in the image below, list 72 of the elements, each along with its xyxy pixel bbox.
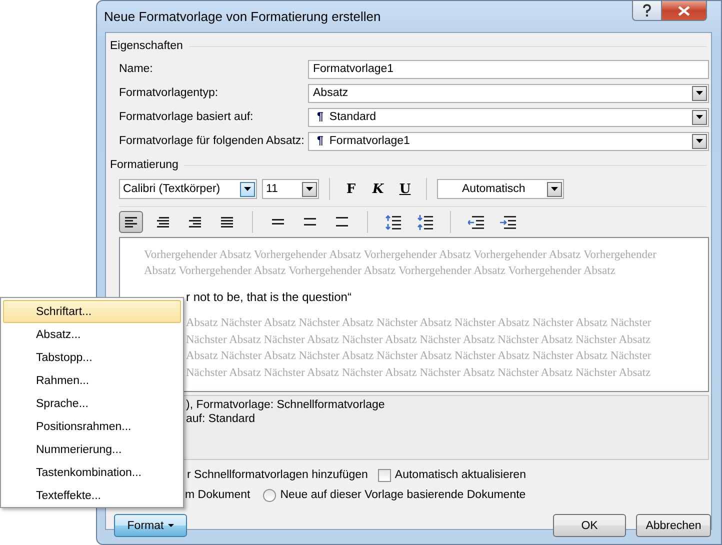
radio-label: Neue auf dieser Vorlage basierende Dokumente xyxy=(280,489,526,501)
preview-text: Absatz Nächster Absatz Nächster Absatz Nächster Absatz Nächster Absatz Nächster Absatz Nächster xyxy=(186,349,652,364)
field-label: Formatvorlage basiert auf: xyxy=(119,111,254,123)
option-label: r Schnellformatvorlagen hinzufügen xyxy=(187,469,368,481)
name-field[interactable]: Formatvorlage1 xyxy=(308,60,709,78)
line-spacing-icon xyxy=(272,219,284,225)
underline-button[interactable]: U xyxy=(394,178,416,200)
format-button[interactable]: Format xyxy=(114,514,187,537)
italic-button[interactable]: K xyxy=(367,178,389,200)
align-icon xyxy=(157,216,169,228)
field-label: Formatvorlage für folgenden Absatz: xyxy=(119,135,306,147)
line-spacing-icon xyxy=(336,217,348,227)
dropdown-arrow-icon xyxy=(696,139,703,143)
caret-icon xyxy=(168,524,174,527)
indent-icon xyxy=(468,216,484,228)
description-text: auf: Standard xyxy=(186,412,256,426)
align-icon xyxy=(189,216,201,228)
paragraph-mark-icon: ¶ xyxy=(317,111,324,123)
group-heading: Eigenschaften xyxy=(110,40,183,52)
checkbox[interactable] xyxy=(378,468,391,482)
field-label: Formatvorlagentyp: xyxy=(119,87,220,99)
align-button[interactable] xyxy=(119,211,143,233)
size-dropdown[interactable]: 11 xyxy=(262,179,319,199)
checkbox-label: Automatisch aktualisieren xyxy=(394,469,526,481)
bold-button[interactable]: F xyxy=(340,178,362,200)
dropdown-arrow-icon xyxy=(696,115,703,119)
menu-item[interactable]: Positionsrahmen... xyxy=(3,415,181,438)
menu-item[interactable]: Texteffekte... xyxy=(3,484,181,507)
menu-item[interactable]: Rahmen... xyxy=(3,369,181,392)
dropdown-arrow-icon xyxy=(306,187,313,191)
font-dropdown[interactable]: Calibri (Textkörper) xyxy=(119,179,257,199)
dropdown-arrow-icon xyxy=(551,187,558,191)
preview-text: Absatz Nächster Absatz Nächster Absatz Nächster Absatz Nächster Absatz Nächster Absatz Nächster xyxy=(186,316,652,331)
dropdown-arrow-icon xyxy=(244,187,251,191)
align-icon xyxy=(221,216,233,228)
preview-text: Nächster Absatz Nächster Absatz Nächster Absatz Nächster Absatz Nächster Absatz Nächster Absatz xyxy=(186,332,652,348)
dropdown-button[interactable] xyxy=(692,134,707,148)
align-icon xyxy=(125,216,137,228)
help-icon xyxy=(642,4,652,17)
menu-item[interactable]: Nummerierung... xyxy=(3,438,181,461)
option-label: m Dokument xyxy=(185,489,250,501)
preview-text: Nächster Absatz Nächster Absatz Nächster Absatz Nächster Absatz Nächster Absatz Nächster Absatz xyxy=(186,366,652,380)
window-title: Neue Formatvorlage von Formatierung erstellen xyxy=(104,9,381,24)
help-button[interactable] xyxy=(632,1,662,21)
dropdown-button[interactable] xyxy=(692,86,707,100)
ok-button[interactable]: OK xyxy=(553,514,626,537)
preview-text: Absatz Vorhergehender Absatz Vorhergehender Absatz Vorhergehender Absatz Vorhergehender Absatz xyxy=(144,264,616,279)
radio-button[interactable] xyxy=(263,488,276,502)
dropdown-button[interactable] xyxy=(692,110,707,124)
close-button[interactable] xyxy=(661,1,707,21)
group-heading: Formatierung xyxy=(110,159,178,171)
menu-item[interactable]: Sprache... xyxy=(3,392,181,415)
line-spacing-icon xyxy=(304,218,316,226)
sample-text: r not to be, that is the question“ xyxy=(186,289,352,305)
paragraph-mark-icon: ¶ xyxy=(317,135,324,147)
field-label: Name: xyxy=(119,63,154,75)
menu-item[interactable]: Schriftart... xyxy=(3,300,181,323)
preview-text: Vorhergehender Absatz Vorhergehender Absatz Vorhergehender Absatz Vorhergehender Absatz Vorhergehender xyxy=(144,248,658,263)
style-dropdown[interactable]: ¶ Standard xyxy=(308,108,709,126)
paragraph-spacing-icon xyxy=(417,214,433,230)
indent-icon xyxy=(500,216,516,228)
close-icon xyxy=(678,6,690,16)
menu-item[interactable]: Tabstopp... xyxy=(3,346,181,369)
dropdown-arrow-icon xyxy=(696,91,703,95)
menu-item[interactable]: Tastenkombination... xyxy=(3,461,181,484)
paragraph-spacing-icon xyxy=(385,214,401,230)
color-dropdown[interactable]: Automatisch xyxy=(437,179,564,199)
menu-item[interactable]: Absatz... xyxy=(3,323,181,346)
cancel-button[interactable]: Abbrechen xyxy=(636,514,711,537)
style-dropdown[interactable]: ¶ Formatvorlage1 xyxy=(308,132,709,150)
description-text: ), Formatvorlage: Schnellformatvorlage xyxy=(186,398,386,412)
style-dropdown[interactable]: Absatz xyxy=(308,84,709,102)
